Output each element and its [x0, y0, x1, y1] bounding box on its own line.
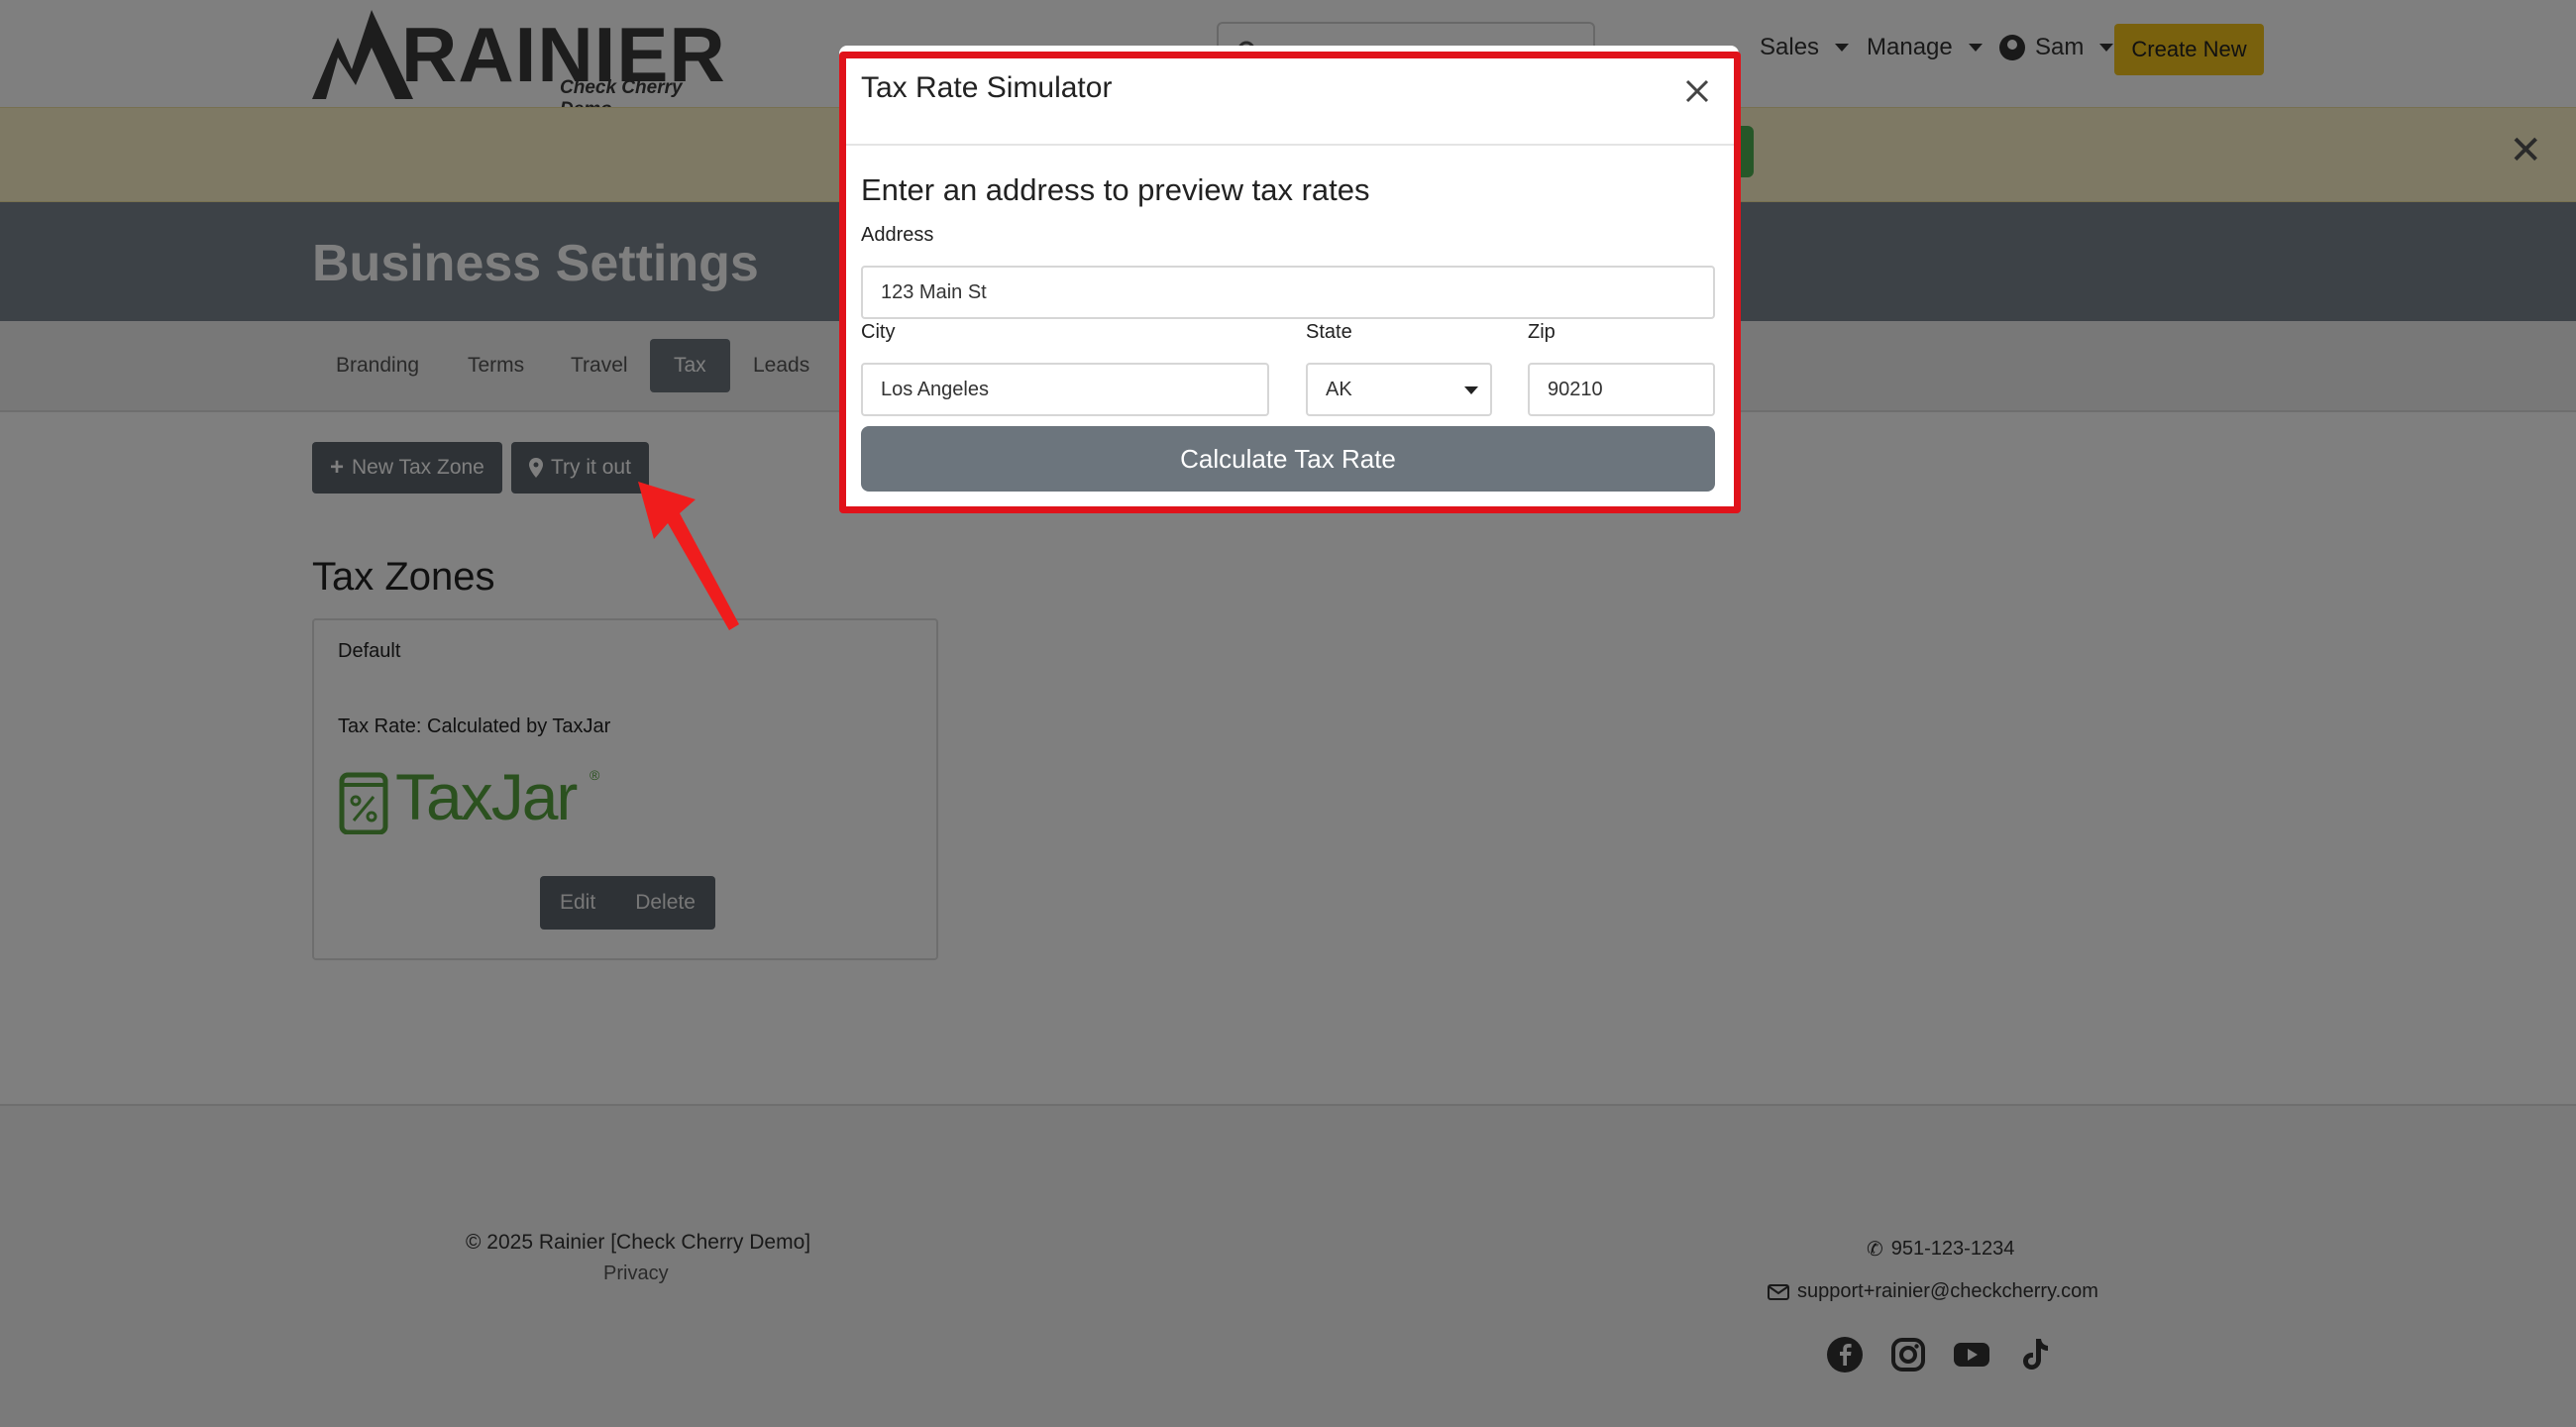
state-label: State — [1306, 321, 1352, 343]
close-icon[interactable] — [1679, 73, 1715, 109]
address-input[interactable]: 123 Main St — [861, 266, 1715, 319]
zip-value: 90210 — [1548, 378, 1603, 400]
calculate-tax-rate-button[interactable]: Calculate Tax Rate — [861, 426, 1715, 492]
zip-input[interactable]: 90210 — [1528, 363, 1715, 416]
address-label: Address — [861, 224, 934, 246]
chevron-down-icon — [1464, 386, 1478, 394]
tax-rate-simulator-modal: Tax Rate Simulator Enter an address to p… — [839, 46, 1739, 511]
pointer-arrow-icon — [638, 482, 739, 630]
state-select[interactable]: AK — [1306, 363, 1492, 416]
modal-heading: Enter an address to preview tax rates — [861, 172, 1370, 207]
modal-divider — [839, 144, 1739, 146]
zip-label: Zip — [1528, 321, 1556, 343]
state-value: AK — [1326, 378, 1352, 400]
city-value: Los Angeles — [881, 378, 989, 400]
address-value: 123 Main St — [881, 280, 987, 303]
modal-title: Tax Rate Simulator — [861, 71, 1113, 104]
city-input[interactable]: Los Angeles — [861, 363, 1269, 416]
city-label: City — [861, 321, 896, 343]
